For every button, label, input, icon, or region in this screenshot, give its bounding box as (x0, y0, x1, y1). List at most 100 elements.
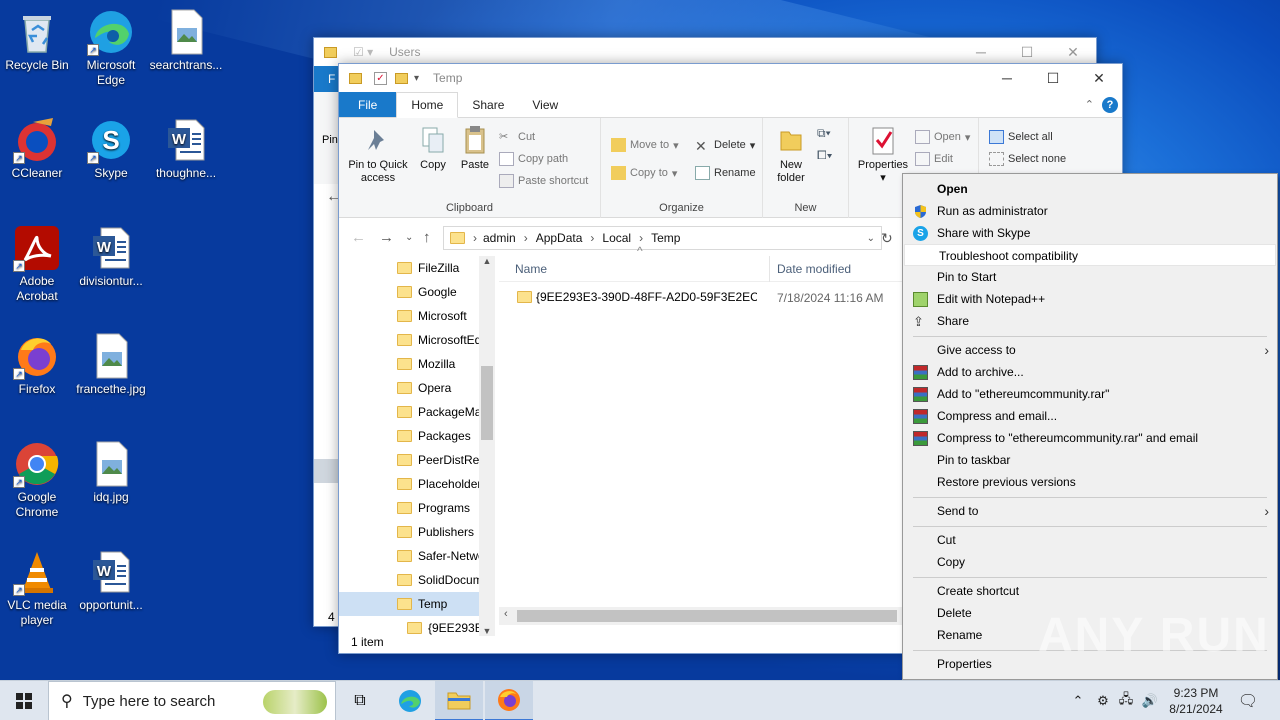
close-button[interactable]: ✕ (1076, 64, 1122, 92)
nav-item-microsoftedge[interactable]: MicrosoftEd (397, 328, 479, 352)
breadcrumb-appdata[interactable]: AppData (536, 231, 583, 245)
menu-item-add-to-rar[interactable]: Add to "ethereumcommunity.rar" (903, 383, 1277, 405)
copy-path-button[interactable]: Copy path (499, 152, 568, 166)
address-dropdown-icon[interactable]: ⌄ (867, 233, 875, 244)
select-all-button[interactable]: Select all (989, 130, 1053, 144)
minimize-button[interactable]: ─ (958, 38, 1004, 66)
edit-button[interactable]: Edit (915, 152, 953, 166)
move-to-button[interactable]: Move to ▾ (611, 138, 679, 152)
nav-item-google[interactable]: Google (397, 280, 479, 304)
desktop-icon-recycle-bin[interactable]: Recycle Bin (0, 8, 74, 73)
menu-item-compress-to-rar-and-email[interactable]: Compress to "ethereumcommunity.rar" and … (903, 427, 1277, 449)
menu-item-compress-and-email[interactable]: Compress and email... (903, 405, 1277, 427)
menu-item-create-shortcut[interactable]: Create shortcut (903, 580, 1277, 602)
select-none-button[interactable]: Select none (989, 152, 1066, 166)
menu-item-cut[interactable]: Cut (903, 529, 1277, 551)
nav-item-opera[interactable]: Opera (397, 376, 479, 400)
taskbar-search-box[interactable]: ⚲ Type here to search (48, 681, 336, 720)
desktop-icon-searchtrans[interactable]: searchtrans... (149, 8, 223, 73)
show-hidden-icons-button[interactable]: ⌃ (1068, 681, 1088, 720)
new-item-icon[interactable]: ⧉▾ (817, 126, 831, 141)
taskbar-file-explorer[interactable] (435, 681, 483, 720)
close-button[interactable]: ✕ (1050, 38, 1096, 66)
nav-item-9ee293e3[interactable]: {9EE293E3- (407, 616, 479, 640)
customize-toolbar-icon[interactable]: ▾ (414, 73, 419, 84)
desktop-icon-thoughne[interactable]: W thoughne... (149, 116, 223, 181)
breadcrumb-admin[interactable]: admin (483, 231, 516, 245)
up-arrow-icon[interactable]: ↑ (423, 226, 431, 250)
copy-to-button[interactable]: Copy to ▾ (611, 166, 677, 180)
nav-item-mozilla[interactable]: Mozilla (397, 352, 479, 376)
menu-item-share-with-skype[interactable]: S Share with Skype (903, 222, 1277, 244)
minimize-button[interactable]: ─ (984, 64, 1030, 92)
delete-button[interactable]: ✕ Delete ▾ (695, 138, 755, 154)
file-tab[interactable]: F (314, 66, 340, 92)
new-folder-button[interactable]: New folder (769, 124, 813, 185)
properties-check-icon[interactable]: ✓ (374, 71, 387, 85)
tab-share[interactable]: Share (458, 92, 518, 117)
tab-file[interactable]: File (339, 92, 397, 117)
breadcrumb-temp[interactable]: Temp (651, 231, 680, 245)
taskbar-firefox[interactable] (485, 681, 533, 720)
desktop-icon-google-chrome[interactable]: ↗ Google Chrome (0, 440, 74, 520)
desktop-icon-francethe[interactable]: francethe.jpg (74, 332, 148, 397)
desktop-icon-edge[interactable]: ↗ Microsoft Edge (74, 8, 148, 88)
menu-item-give-access-to[interactable]: Give access to › (903, 339, 1277, 361)
pin-quick-access-button[interactable]: Pin to Quick access (345, 124, 411, 185)
clock[interactable]: 9:23 PM 8/21/2024 (1162, 681, 1230, 720)
menu-item-share[interactable]: ⇪ Share (903, 310, 1277, 332)
nav-item-temp[interactable]: Temp (397, 592, 479, 616)
help-icon[interactable]: ? (1102, 97, 1118, 113)
nav-item-peerdistrepub[interactable]: PeerDistRep (397, 448, 479, 472)
tab-view[interactable]: View (518, 92, 572, 117)
tab-home[interactable]: Home (396, 92, 459, 118)
menu-item-copy[interactable]: Copy (903, 551, 1277, 573)
nav-scrollbar[interactable]: ▲ ▼ (479, 256, 495, 636)
column-name[interactable]: Name (515, 262, 547, 276)
copy-button[interactable]: Copy (415, 124, 451, 172)
open-button[interactable]: Open ▾ (915, 130, 970, 144)
volume-icon[interactable]: 🔊 (1140, 681, 1160, 720)
menu-item-send-to[interactable]: Send to › (903, 500, 1277, 522)
desktop-icon-vlc[interactable]: ↗ VLC media player (0, 548, 74, 628)
menu-item-open[interactable]: Open (903, 178, 1277, 200)
recent-locations-icon[interactable]: ⌄ (405, 226, 413, 250)
cut-button[interactable]: ✂ Cut (499, 130, 535, 144)
rename-button[interactable]: Rename (695, 166, 756, 180)
collapse-ribbon-icon[interactable]: ⌃ (1085, 98, 1094, 111)
menu-item-restore-previous-versions[interactable]: Restore previous versions (903, 471, 1277, 493)
nav-item-soliddocuments[interactable]: SolidDocum (397, 568, 479, 592)
network-icon[interactable]: 🖧 (1116, 681, 1136, 720)
nav-item-filezilla[interactable]: FileZilla (397, 256, 479, 280)
column-date-modified[interactable]: Date modified (777, 262, 851, 276)
nav-item-packages[interactable]: Packages (397, 424, 479, 448)
paste-button[interactable]: Paste (457, 124, 493, 172)
desktop-icon-divisiontur[interactable]: W divisiontur... (74, 224, 148, 289)
desktop-icon-skype[interactable]: S ↗ Skype (74, 116, 148, 181)
new-folder-icon[interactable] (395, 72, 408, 84)
desktop-icon-firefox[interactable]: ↗ Firefox (0, 332, 74, 397)
nav-item-programs[interactable]: Programs (397, 496, 479, 520)
menu-item-edit-with-notepad-plus-plus[interactable]: Edit with Notepad++ (903, 288, 1277, 310)
nav-item-placeholder[interactable]: Placeholder (397, 472, 479, 496)
menu-item-pin-to-taskbar[interactable]: Pin to taskbar (903, 449, 1277, 471)
maximize-button[interactable]: ☐ (1030, 64, 1076, 92)
menu-item-troubleshoot-compatibility[interactable]: Troubleshoot compatibility (904, 244, 1276, 266)
desktop-icon-idq[interactable]: idq.jpg (74, 440, 148, 505)
nav-item-microsoft[interactable]: Microsoft (397, 304, 479, 328)
tray-app-icon[interactable]: ⚙ (1094, 681, 1112, 720)
notifications-button[interactable]: 🗨 (1234, 681, 1262, 720)
paste-shortcut-button[interactable]: Paste shortcut (499, 174, 588, 188)
desktop-icon-opportunit[interactable]: W opportunit... (74, 548, 148, 613)
desktop-icon-ccleaner[interactable]: ↗ CCleaner (0, 116, 74, 181)
forward-arrow-icon[interactable]: → (379, 226, 394, 250)
nav-item-packagemanager[interactable]: PackageMa (397, 400, 479, 424)
menu-item-run-as-administrator[interactable]: Run as administrator (903, 200, 1277, 222)
menu-item-add-to-archive[interactable]: Add to archive... (903, 361, 1277, 383)
maximize-button[interactable]: ☐ (1004, 38, 1050, 66)
file-row[interactable]: {9EE293E3-390D-48FF-A2D0-59F3E2EC88... (517, 290, 757, 304)
back-arrow-icon[interactable]: ← (351, 226, 366, 250)
easy-access-icon[interactable]: ⧠▾ (817, 148, 832, 163)
menu-item-pin-to-start[interactable]: Pin to Start (903, 266, 1277, 288)
refresh-icon[interactable]: ↻ (881, 226, 893, 250)
